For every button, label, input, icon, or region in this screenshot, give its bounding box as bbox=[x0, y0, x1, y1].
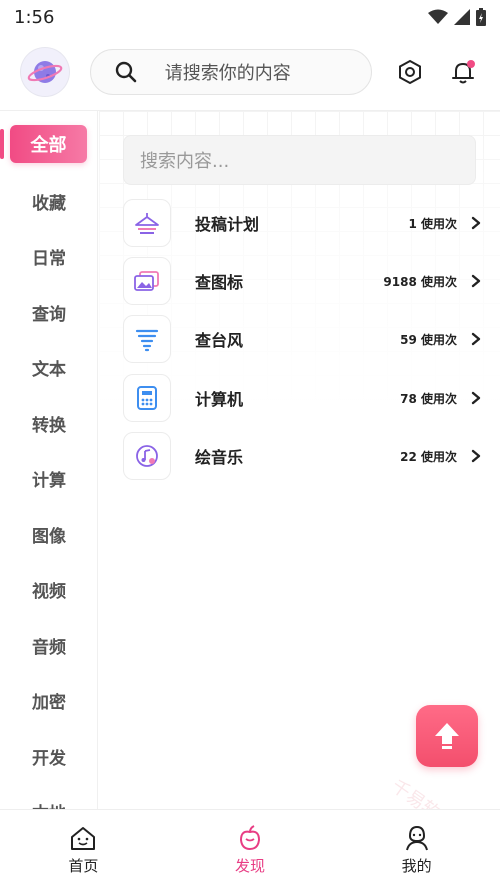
tool-usage-count: 59 使用次 bbox=[400, 332, 457, 347]
sidebar-item-label: 图像 bbox=[32, 526, 66, 547]
tool-item-music[interactable]: 绘音乐 22 使用次 bbox=[123, 431, 483, 481]
wifi-icon bbox=[428, 9, 448, 24]
home-icon bbox=[71, 827, 96, 850]
tool-name: 查图标 bbox=[195, 273, 244, 292]
tool-icon-box bbox=[123, 199, 171, 247]
hanger-icon bbox=[135, 213, 159, 234]
image-gallery-icon bbox=[134, 271, 159, 291]
sidebar-item-label: 计算 bbox=[32, 470, 66, 491]
sidebar-item-label: 视频 bbox=[32, 581, 66, 602]
category-sidebar: 全部 收藏 日常 查询 文本 转换 计算 图像 视频 音频 加密 开发 本地 bbox=[0, 111, 98, 809]
sidebar-item-local[interactable]: 本地 bbox=[0, 791, 97, 810]
sidebar-item-daily[interactable]: 日常 bbox=[0, 236, 97, 276]
typhoon-icon bbox=[135, 329, 159, 352]
chevron-right-icon bbox=[471, 274, 483, 288]
sidebar-item-label: 本地 bbox=[32, 799, 66, 810]
sidebar-item-convert[interactable]: 转换 bbox=[0, 403, 97, 443]
profile-icon bbox=[405, 825, 428, 851]
sidebar-item-audio[interactable]: 音频 bbox=[0, 625, 97, 665]
nav-label: 我的 bbox=[401, 857, 432, 875]
content-search-placeholder: 搜索内容... bbox=[140, 151, 230, 172]
sidebar-item-develop[interactable]: 开发 bbox=[0, 736, 97, 776]
search-icon bbox=[115, 61, 137, 83]
arrow-up-icon bbox=[435, 723, 459, 749]
tool-icon-box bbox=[123, 374, 171, 422]
chevron-right-icon bbox=[471, 216, 483, 230]
sidebar-item-favorites[interactable]: 收藏 bbox=[0, 181, 97, 221]
avatar[interactable] bbox=[20, 47, 70, 97]
sidebar-item-video[interactable]: 视频 bbox=[0, 569, 97, 609]
tool-name: 查台风 bbox=[195, 331, 244, 350]
tool-icon-box bbox=[123, 432, 171, 480]
signal-icon bbox=[454, 9, 470, 25]
status-time: 1:56 bbox=[14, 6, 55, 28]
tool-icon-box bbox=[123, 315, 171, 363]
sidebar-item-label: 日常 bbox=[32, 248, 66, 269]
battery-icon bbox=[476, 8, 486, 26]
active-indicator bbox=[0, 129, 4, 159]
tool-name: 绘音乐 bbox=[195, 448, 244, 467]
sidebar-item-text[interactable]: 文本 bbox=[0, 347, 97, 387]
sidebar-item-label: 加密 bbox=[32, 692, 66, 713]
search-placeholder: 请搜索你的内容 bbox=[164, 63, 291, 84]
music-note-icon bbox=[136, 445, 158, 467]
nav-discover[interactable]: 发现 bbox=[167, 810, 334, 889]
discover-icon bbox=[239, 825, 261, 851]
tool-name: 投稿计划 bbox=[195, 215, 260, 234]
hexagon-settings-icon bbox=[399, 59, 422, 85]
tool-usage-count: 9188 使用次 bbox=[383, 274, 457, 289]
sidebar-item-label: 音频 bbox=[32, 637, 66, 658]
tool-icon-box bbox=[123, 257, 171, 305]
nav-home[interactable]: 首页 bbox=[0, 810, 167, 889]
tool-usage-count: 1 使用次 bbox=[408, 216, 457, 231]
sidebar-item-encrypt[interactable]: 加密 bbox=[0, 680, 97, 720]
chevron-right-icon bbox=[471, 332, 483, 346]
calculator-icon bbox=[137, 386, 157, 410]
top-header: 请搜索你的内容 bbox=[0, 34, 500, 110]
tool-name: 计算机 bbox=[195, 390, 244, 409]
tool-item-calculator[interactable]: 计算机 78 使用次 bbox=[123, 373, 483, 423]
scroll-to-top-button[interactable] bbox=[416, 705, 478, 767]
sidebar-item-all[interactable]: 全部 bbox=[10, 125, 87, 163]
bell-icon bbox=[452, 60, 476, 84]
sidebar-item-query[interactable]: 查询 bbox=[0, 292, 97, 332]
sidebar-item-image[interactable]: 图像 bbox=[0, 514, 97, 554]
sidebar-item-label: 全部 bbox=[30, 135, 67, 156]
search-bar[interactable]: 请搜索你的内容 bbox=[89, 49, 373, 95]
tool-usage-count: 78 使用次 bbox=[400, 391, 457, 406]
chevron-right-icon bbox=[471, 449, 483, 463]
sidebar-item-label: 文本 bbox=[32, 359, 66, 380]
tool-item-icon-search[interactable]: 查图标 9188 使用次 bbox=[123, 256, 483, 306]
nav-profile[interactable]: 我的 bbox=[333, 810, 500, 889]
tool-usage-count: 22 使用次 bbox=[400, 449, 457, 464]
content-search-input[interactable]: 搜索内容... bbox=[123, 135, 476, 185]
nav-label: 首页 bbox=[68, 857, 99, 875]
sidebar-item-label: 查询 bbox=[32, 304, 66, 325]
planet-icon bbox=[27, 61, 63, 83]
status-bar: 1:56 bbox=[0, 0, 500, 34]
sidebar-item-label: 转换 bbox=[32, 415, 66, 436]
nav-label: 发现 bbox=[235, 857, 266, 875]
tool-item-typhoon[interactable]: 查台风 59 使用次 bbox=[123, 314, 483, 364]
sidebar-item-calculate[interactable]: 计算 bbox=[0, 458, 97, 498]
settings-button[interactable] bbox=[394, 56, 426, 88]
status-icons bbox=[428, 8, 486, 26]
notification-button[interactable] bbox=[448, 56, 480, 88]
sidebar-item-label: 收藏 bbox=[32, 193, 66, 214]
bottom-navigation: 首页 发现 我的 bbox=[0, 809, 500, 889]
sidebar-item-label: 开发 bbox=[32, 748, 66, 769]
chevron-right-icon bbox=[471, 391, 483, 405]
tool-item-submission-plan[interactable]: 投稿计划 1 使用次 bbox=[123, 198, 483, 248]
